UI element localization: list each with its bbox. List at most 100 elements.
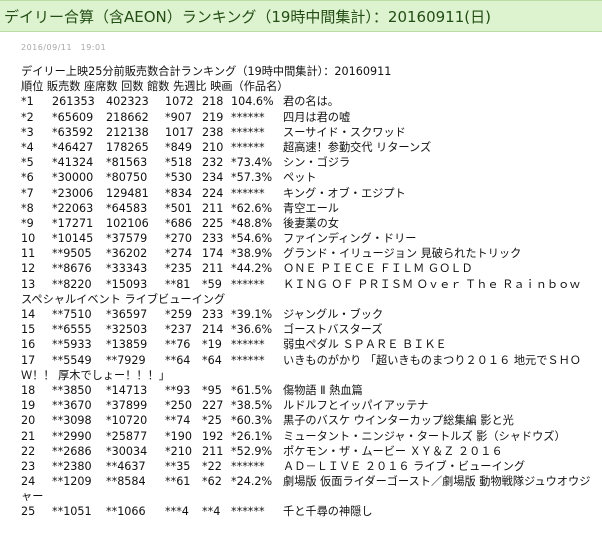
cell-sales: *63592 xyxy=(52,125,94,139)
cell-ratio: ****** xyxy=(231,140,265,154)
cell-ratio: *44.2% xyxy=(231,262,273,276)
cell-theaters: *95 xyxy=(202,383,222,397)
cell-title: ルドルフとイッパイアッテナ xyxy=(283,399,429,413)
cell-theaters: 210 xyxy=(202,140,224,154)
cell-sales: **8676 xyxy=(52,262,92,276)
cell-title: 弱虫ペダル ＳＰＡＲＥ ＢＩＫＥ xyxy=(283,338,447,352)
list-item: 16 **5933 *13859 **76 *19 ****** 弱虫ペダル ＳＰＡＲＥ Ｂ… xyxy=(21,337,597,352)
cell-times: 1017 xyxy=(165,125,194,139)
cell-seats: *32503 xyxy=(106,323,148,337)
cell-rank: 25 xyxy=(21,505,36,519)
cell-rank: *7 xyxy=(21,186,34,200)
cell-theaters: 218 xyxy=(202,95,224,109)
list-item: 10 *10145 *37579 *270 233 *54.6% ファインディング・ドリー xyxy=(21,231,597,246)
list-item: 24 **1209 **8584 **61 *62 *24.2% 劇場版 仮面ライダーゴース… xyxy=(21,474,597,504)
cell-seats: *81563 xyxy=(106,156,148,170)
cell-ratio: *73.4% xyxy=(231,156,273,170)
cell-seats: *30034 xyxy=(106,444,148,458)
cell-ratio: *26.1% xyxy=(231,429,273,443)
entry-title[interactable]: デイリー合算（含AEON）ランキング（19時中間集計）：20160911(日) xyxy=(0,0,602,32)
cell-times: *501 xyxy=(165,201,192,215)
cell-theaters: 219 xyxy=(202,110,224,124)
list-item: *1 261353 402323 1072 218 104.6% 君の名は。 xyxy=(21,94,597,109)
cell-theaters: 224 xyxy=(202,186,224,200)
cell-times: *834 xyxy=(165,186,192,200)
cell-ratio: *36.6% xyxy=(231,323,273,337)
cell-ratio: ****** xyxy=(231,110,265,124)
cell-title: 超高速！参勤交代 リターンズ xyxy=(283,140,432,154)
cell-title: グランド・イリュージョン 見破られたトリック xyxy=(283,247,522,261)
cell-seats: *13859 xyxy=(106,338,148,352)
cell-title: 後妻業の女 xyxy=(283,216,339,230)
cell-seats: *36597 xyxy=(106,308,148,322)
cell-rank: 10 xyxy=(21,232,36,246)
cell-title: 君の名は。 xyxy=(283,95,339,109)
cell-seats: *14713 xyxy=(106,383,148,397)
cell-rank: 18 xyxy=(21,383,36,397)
list-item: 14 **7510 *36597 *259 233 *39.1% ジャングル・ブック xyxy=(21,307,597,322)
cell-times: *686 xyxy=(165,216,192,230)
cell-title: シン・ゴジラ xyxy=(283,156,351,170)
column-header: 順位 販売数 座席数 回数 館数 先週比 映画（作品名） xyxy=(21,80,289,94)
cell-sales: **3670 xyxy=(52,399,92,413)
cell-ratio: *62.6% xyxy=(231,201,273,215)
cell-times: 1072 xyxy=(165,95,194,109)
cell-seats: *37899 xyxy=(106,399,148,413)
cell-seats: 218662 xyxy=(106,110,149,124)
list-item: *7 *23006 129481 *834 224 ****** キング・オブ・エジプト xyxy=(21,186,597,201)
cell-title: 青空エール xyxy=(283,201,339,215)
cell-seats: *64583 xyxy=(106,201,148,215)
cell-rank: 12 xyxy=(21,262,36,276)
cell-times: ***4 xyxy=(165,505,189,519)
cell-sales: 261353 xyxy=(52,95,95,109)
cell-ratio: *38.5% xyxy=(231,399,273,413)
cell-theaters: 225 xyxy=(202,216,224,230)
cell-theaters: *19 xyxy=(202,338,222,352)
cell-title: いきものがかり 「超いきものまつり２０１６ 地元でＳＨＯＷ！！ 厚木でしょー！！… xyxy=(21,353,581,382)
list-item: 22 **2686 *30034 *210 211 *52.9% ポケモン・ザ・ムービー Ｘ… xyxy=(21,444,597,459)
cell-ratio: ****** xyxy=(231,459,265,473)
cell-theaters: 233 xyxy=(202,232,224,246)
cell-sales: **3850 xyxy=(52,383,92,397)
cell-rank: 11 xyxy=(21,247,36,261)
cell-rank: 16 xyxy=(21,338,36,352)
cell-seats: 212138 xyxy=(106,125,149,139)
cell-times: *270 xyxy=(165,232,192,246)
cell-title: ＯＮＥ ＰＩＥＣＥ ＦＩＬＭ ＧＯＬＤ xyxy=(283,262,473,276)
cell-seats: *33343 xyxy=(106,262,148,276)
cell-ratio: ****** xyxy=(231,338,265,352)
cell-title: ＫＩＮＧ ＯＦ ＰＲＩＳＭ Ｏｖｅｒ Ｔｈｅ Ｒａｉｎｂｏｗスペシャルイベント … xyxy=(21,277,581,306)
cell-times: **74 xyxy=(165,414,191,428)
list-item: 15 **6555 *32503 *237 214 *36.6% ゴーストバスターズ xyxy=(21,322,597,337)
cell-theaters: 234 xyxy=(202,171,224,185)
cell-times: **35 xyxy=(165,459,191,473)
entry-date: 2016/09/11 19:01 xyxy=(21,43,107,52)
cell-times: **93 xyxy=(165,383,191,397)
cell-times: *849 xyxy=(165,140,192,154)
blog-page: デイリー合算（含AEON）ランキング（19時中間集計）：20160911(日) … xyxy=(0,0,602,536)
cell-seats: **1066 xyxy=(106,505,146,519)
list-item: *9 *17271 102106 *686 225 *48.8% 後妻業の女 xyxy=(21,216,597,231)
cell-rank: 20 xyxy=(21,414,36,428)
cell-ratio: 104.6% xyxy=(231,95,274,109)
cell-sales: **2990 xyxy=(52,429,92,443)
cell-ratio: *38.9% xyxy=(231,247,273,261)
cell-sales: **5933 xyxy=(52,338,92,352)
cell-times: *210 xyxy=(165,444,192,458)
cell-rank: *3 xyxy=(21,125,34,139)
list-item: 23 **2380 **4637 **35 *22 ****** ＡＤ－ＬＩＶＥ ２０１６ … xyxy=(21,459,597,474)
list-item: *5 *41324 *81563 *518 232 *73.4% シン・ゴジラ xyxy=(21,155,597,170)
list-item: 18 **3850 *14713 **93 *95 *61.5% 傷物語 Ⅱ 熱血篇 xyxy=(21,383,597,398)
cell-sales: *46427 xyxy=(52,140,94,154)
cell-seats: 178265 xyxy=(106,140,149,154)
cell-rank: *9 xyxy=(21,216,34,230)
cell-title: ＡＤ－ＬＩＶＥ ２０１６ ライブ・ビューイング xyxy=(283,459,526,473)
cell-sales: *23006 xyxy=(52,186,94,200)
cell-sales: **1051 xyxy=(52,505,92,519)
list-item: 19 **3670 *37899 *250 227 *38.5% ルドルフとイッパイアッテナ xyxy=(21,398,597,413)
cell-seats: *80750 xyxy=(106,171,148,185)
cell-ratio: *39.1% xyxy=(231,308,273,322)
list-item: 25 **1051 **1066 ***4 **4 ****** 千と千尋の神隠し xyxy=(21,504,597,519)
cell-rank: 15 xyxy=(21,323,36,337)
cell-rank: 22 xyxy=(21,444,36,458)
